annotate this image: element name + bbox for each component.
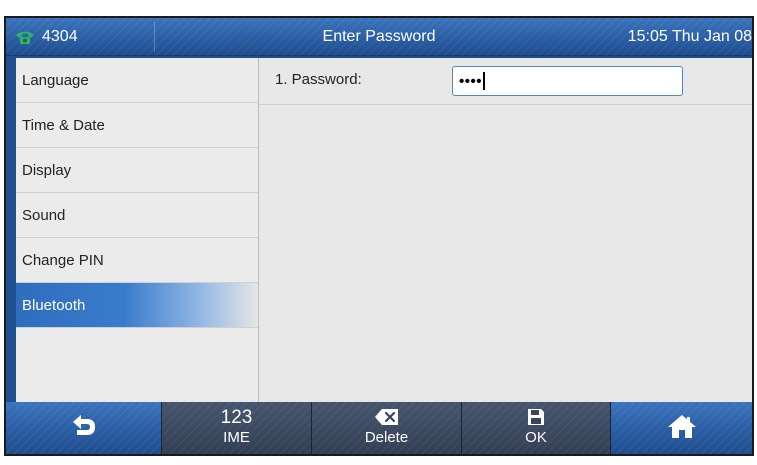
backspace-icon xyxy=(312,407,461,429)
softkey-bar: 123 IME Delete OK xyxy=(6,402,752,454)
text-caret xyxy=(483,72,486,90)
delete-softkey-label: Delete xyxy=(364,429,409,446)
delete-softkey[interactable]: Delete xyxy=(311,402,461,454)
sidebar-item-time-date[interactable]: Time & Date xyxy=(16,103,258,148)
status-clock: 15:05 Thu Jan 08 xyxy=(627,28,752,45)
back-arrow-icon xyxy=(69,413,99,444)
ok-softkey-label: OK xyxy=(525,429,547,446)
home-button[interactable] xyxy=(612,402,752,454)
settings-sidebar: Language Time & Date Display Sound Chang… xyxy=(16,58,259,402)
back-button[interactable] xyxy=(6,402,161,454)
ime-mode-value: 123 xyxy=(220,407,253,428)
content-area: Language Time & Date Display Sound Chang… xyxy=(16,58,752,402)
sidebar-item-change-pin[interactable]: Change PIN xyxy=(16,238,258,283)
save-icon xyxy=(462,407,610,429)
ime-softkey-label: IME xyxy=(223,429,250,446)
password-form: 1. Password: •••• xyxy=(259,58,752,402)
ok-softkey[interactable]: OK xyxy=(461,402,611,454)
password-value: •••• xyxy=(459,72,483,90)
sidebar-item-sound[interactable]: Sound xyxy=(16,193,258,238)
home-icon xyxy=(667,413,697,444)
password-field[interactable]: •••• xyxy=(452,66,683,96)
sidebar-item-bluetooth[interactable]: Bluetooth xyxy=(16,283,258,328)
password-label: 1. Password: xyxy=(275,71,362,88)
password-row: 1. Password: •••• xyxy=(259,58,752,105)
status-bar: 4304 Enter Password 15:05 Thu Jan 08 xyxy=(6,18,752,56)
sidebar-item-language[interactable]: Language xyxy=(16,58,258,103)
phone-screen: 4304 Enter Password 15:05 Thu Jan 08 Lan… xyxy=(4,16,754,456)
ime-softkey[interactable]: 123 IME xyxy=(161,402,311,454)
sidebar-item-display[interactable]: Display xyxy=(16,148,258,193)
status-bar-divider xyxy=(6,55,752,56)
